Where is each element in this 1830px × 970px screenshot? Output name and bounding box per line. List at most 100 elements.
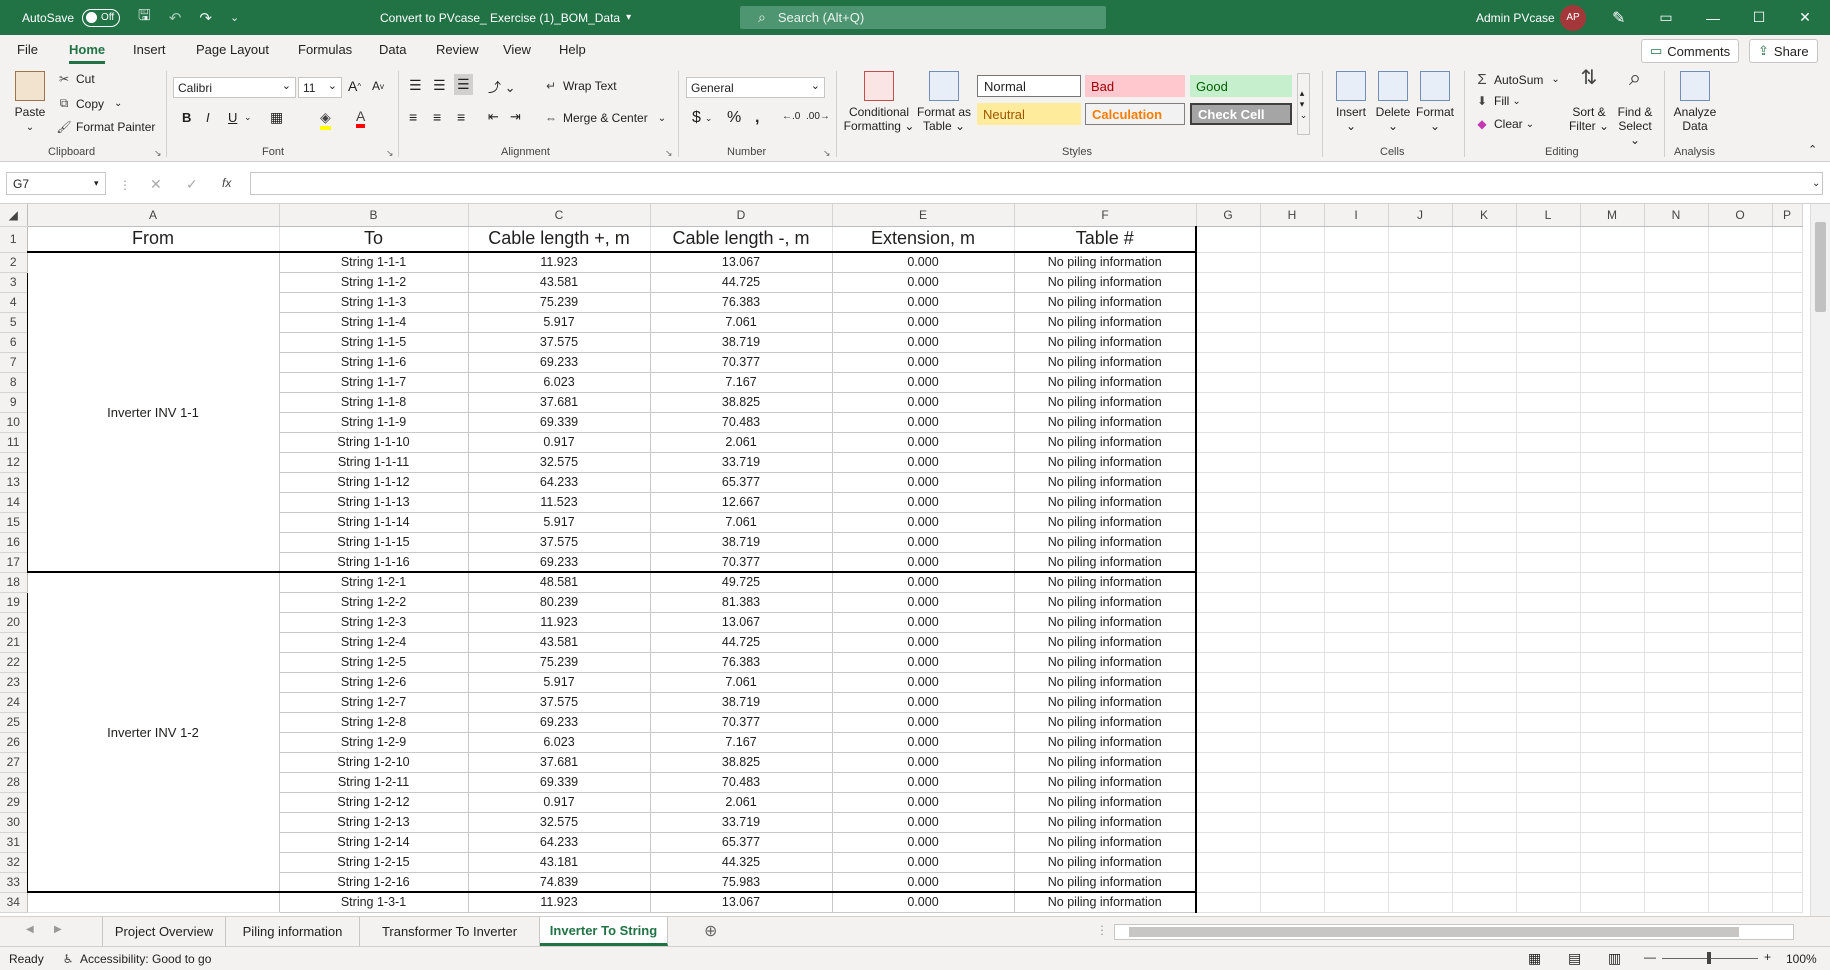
empty-cell[interactable] xyxy=(1388,892,1453,913)
row-header[interactable]: 6 xyxy=(0,332,28,353)
style-normal[interactable]: Normal xyxy=(977,75,1081,97)
cut-button[interactable]: ✂ Cut xyxy=(56,72,95,86)
data-cell[interactable]: No piling information xyxy=(1014,392,1197,413)
empty-cell[interactable] xyxy=(1324,572,1389,593)
empty-cell[interactable] xyxy=(1196,672,1261,693)
empty-cell[interactable] xyxy=(1644,692,1709,713)
empty-cell[interactable] xyxy=(1644,252,1709,273)
empty-cell[interactable] xyxy=(1388,592,1453,613)
paste-button[interactable]: Paste ⌄ xyxy=(10,71,50,135)
data-cell[interactable]: 0.000 xyxy=(832,571,1015,593)
empty-cell[interactable] xyxy=(1260,712,1325,733)
data-cell[interactable]: String 1-1-15 xyxy=(279,532,469,553)
empty-cell[interactable] xyxy=(1516,692,1581,713)
align-left-icon[interactable]: ≡ xyxy=(409,109,417,125)
data-cell[interactable]: 0.000 xyxy=(832,652,1015,673)
empty-cell[interactable] xyxy=(1388,292,1453,313)
from-cell[interactable]: Inverter INV 1-2 xyxy=(26,571,280,893)
empty-cell[interactable] xyxy=(1452,492,1517,513)
sheet-tab-piling-information[interactable]: Piling information xyxy=(226,917,360,946)
chevron-down-icon[interactable]: ⌄ xyxy=(244,112,252,123)
data-cell[interactable]: String 1-1-6 xyxy=(279,352,469,373)
sheet-tab-transformer-to-inverter[interactable]: Transformer To Inverter xyxy=(360,917,540,946)
empty-cell[interactable] xyxy=(1452,832,1517,853)
empty-cell[interactable] xyxy=(1580,732,1645,753)
data-cell[interactable]: No piling information xyxy=(1014,352,1197,373)
empty-cell[interactable] xyxy=(1516,812,1581,833)
data-cell[interactable]: 74.839 xyxy=(468,872,651,893)
data-cell[interactable]: String 1-1-5 xyxy=(279,332,469,353)
expand-formula-icon[interactable]: ⌄ xyxy=(1812,178,1820,189)
row-header[interactable]: 16 xyxy=(0,532,28,553)
empty-cell[interactable] xyxy=(1580,832,1645,853)
close-icon[interactable]: ✕ xyxy=(1782,0,1828,35)
empty-cell[interactable] xyxy=(1196,712,1261,733)
empty-cell[interactable] xyxy=(1260,832,1325,853)
empty-cell[interactable] xyxy=(1260,332,1325,353)
data-cell[interactable]: 6.023 xyxy=(468,732,651,753)
data-cell[interactable]: 11.923 xyxy=(468,891,651,913)
data-cell[interactable]: 0.000 xyxy=(832,252,1015,273)
data-cell[interactable]: 65.377 xyxy=(650,472,833,493)
dialog-launcher-icon[interactable]: ↘ xyxy=(386,148,394,159)
empty-cell[interactable] xyxy=(1388,312,1453,333)
empty-cell[interactable] xyxy=(1516,552,1581,573)
empty-cell[interactable] xyxy=(1580,292,1645,313)
zoom-slider-thumb[interactable] xyxy=(1707,952,1711,964)
row-header[interactable]: 18 xyxy=(0,572,28,593)
data-cell[interactable]: String 1-2-6 xyxy=(279,672,469,693)
data-cell[interactable]: String 1-1-9 xyxy=(279,412,469,433)
empty-cell[interactable] xyxy=(1580,312,1645,333)
empty-cell[interactable] xyxy=(1644,612,1709,633)
empty-cell[interactable] xyxy=(1452,772,1517,793)
empty-cell[interactable] xyxy=(1708,652,1773,673)
empty-cell[interactable] xyxy=(1388,452,1453,473)
row-header[interactable]: 30 xyxy=(0,812,28,833)
empty-cell[interactable] xyxy=(1772,692,1803,713)
empty-cell[interactable] xyxy=(1516,472,1581,493)
empty-cell[interactable] xyxy=(1644,852,1709,873)
analyze-data-button[interactable]: Analyze Data xyxy=(1670,71,1720,133)
empty-cell[interactable] xyxy=(1580,692,1645,713)
align-middle-icon[interactable]: ☰ xyxy=(433,77,446,94)
empty-cell[interactable] xyxy=(1196,572,1261,593)
empty-cell[interactable] xyxy=(1324,712,1389,733)
empty-cell[interactable] xyxy=(1452,312,1517,333)
empty-cell[interactable] xyxy=(1580,412,1645,433)
data-cell[interactable]: No piling information xyxy=(1014,632,1197,653)
empty-cell[interactable] xyxy=(1644,812,1709,833)
empty-cell[interactable] xyxy=(1644,392,1709,413)
select-all-corner[interactable]: ◢ xyxy=(0,204,28,227)
empty-cell[interactable] xyxy=(1772,312,1803,333)
data-cell[interactable]: No piling information xyxy=(1014,612,1197,633)
tab-file[interactable]: File xyxy=(17,42,38,57)
empty-cell[interactable] xyxy=(1644,592,1709,613)
empty-cell[interactable] xyxy=(1708,532,1773,553)
data-cell[interactable]: 32.575 xyxy=(468,452,651,473)
empty-cell[interactable] xyxy=(1644,372,1709,393)
data-cell[interactable]: 0.000 xyxy=(832,792,1015,813)
empty-cell[interactable] xyxy=(1388,332,1453,353)
empty-cell[interactable] xyxy=(1260,352,1325,373)
data-cell[interactable]: 0.000 xyxy=(832,472,1015,493)
zoom-slider[interactable] xyxy=(1662,952,1758,964)
empty-cell[interactable] xyxy=(1708,712,1773,733)
fill-color-icon[interactable]: ◈ xyxy=(320,109,331,130)
row-header[interactable]: 34 xyxy=(0,892,28,913)
empty-cell[interactable] xyxy=(1580,852,1645,873)
empty-cell[interactable] xyxy=(1388,632,1453,653)
empty-cell[interactable] xyxy=(1260,392,1325,413)
empty-cell[interactable] xyxy=(1452,512,1517,533)
empty-cell[interactable] xyxy=(1196,452,1261,473)
data-cell[interactable]: String 1-1-3 xyxy=(279,292,469,313)
share-button[interactable]: ⇪ Share xyxy=(1749,39,1818,63)
dialog-launcher-icon[interactable]: ↘ xyxy=(154,148,162,159)
empty-cell[interactable] xyxy=(1260,692,1325,713)
empty-cell[interactable] xyxy=(1196,392,1261,413)
empty-cell[interactable] xyxy=(1324,692,1389,713)
comma-style-icon[interactable]: , xyxy=(755,109,759,127)
empty-cell[interactable] xyxy=(1196,512,1261,533)
style-calculation[interactable]: Calculation xyxy=(1085,103,1185,125)
data-cell[interactable]: String 1-2-4 xyxy=(279,632,469,653)
data-cell[interactable]: 38.719 xyxy=(650,332,833,353)
